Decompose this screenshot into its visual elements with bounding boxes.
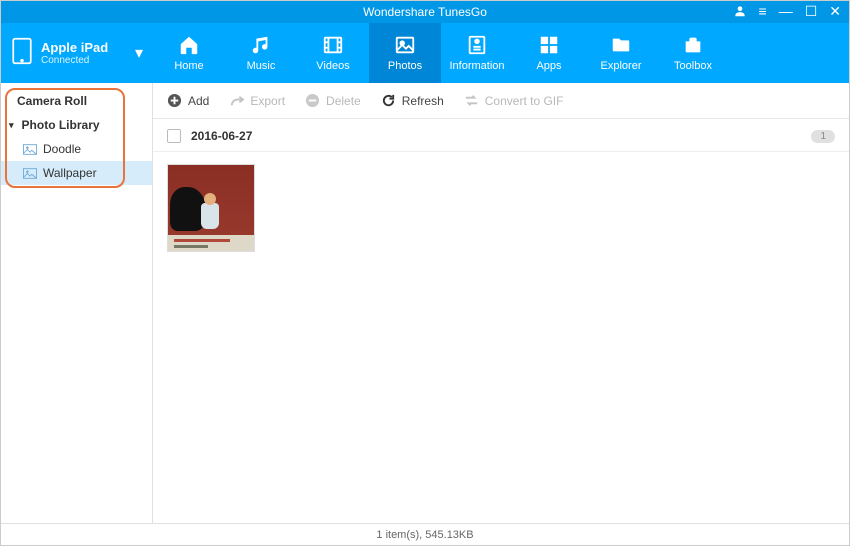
sidebar-item-label: Wallpaper xyxy=(43,166,97,180)
sidebar-camera-roll[interactable]: Camera Roll xyxy=(1,89,152,113)
photo-thumbnail[interactable] xyxy=(167,164,255,252)
minimize-icon[interactable]: — xyxy=(779,4,793,20)
add-button[interactable]: Add xyxy=(167,93,209,108)
thumbnail-grid xyxy=(153,152,849,523)
maximize-icon[interactable]: ☐ xyxy=(805,4,818,20)
status-text: 1 item(s), 545.13KB xyxy=(376,529,473,541)
nav-videos[interactable]: Videos xyxy=(297,23,369,83)
nav-label: Videos xyxy=(316,60,349,72)
main-panel: Add Export Delete Refresh Convert to GIF… xyxy=(153,83,849,523)
sidebar-photo-library[interactable]: ▾ Photo Library xyxy=(1,113,152,137)
nav-label: Explorer xyxy=(601,60,642,72)
nav-label: Apps xyxy=(536,60,561,72)
title-bar: Wondershare TunesGo ≡ — ☐ ✕ xyxy=(1,1,849,23)
chevron-down-icon: ▾ xyxy=(135,43,143,63)
menu-icon[interactable]: ≡ xyxy=(759,4,767,20)
delete-button[interactable]: Delete xyxy=(305,93,361,108)
group-count-badge: 1 xyxy=(811,130,835,143)
convert-icon xyxy=(464,93,479,108)
device-name: Apple iPad xyxy=(41,40,108,56)
nav-information[interactable]: Information xyxy=(441,23,513,83)
sidebar-item-wallpaper[interactable]: Wallpaper xyxy=(1,161,152,185)
refresh-icon xyxy=(381,93,396,108)
nav-label: Photos xyxy=(388,60,422,72)
refresh-button[interactable]: Refresh xyxy=(381,93,444,108)
nav-label: Music xyxy=(247,60,276,72)
status-bar: 1 item(s), 545.13KB xyxy=(1,523,849,545)
tablet-icon xyxy=(11,37,33,70)
nav-label: Toolbox xyxy=(674,60,712,72)
nav-label: Home xyxy=(174,60,203,72)
select-all-checkbox[interactable] xyxy=(167,129,181,143)
photo-group-header: 2016-06-27 1 xyxy=(153,119,849,152)
nav-explorer[interactable]: Explorer xyxy=(585,23,657,83)
main-nav: Home Music Videos Photos Information App… xyxy=(153,23,849,83)
nav-apps[interactable]: Apps xyxy=(513,23,585,83)
export-button[interactable]: Export xyxy=(229,93,285,108)
sidebar-item-label: Doodle xyxy=(43,142,81,156)
nav-toolbox[interactable]: Toolbox xyxy=(657,23,729,83)
plus-circle-icon xyxy=(167,93,182,108)
toolbar: Add Export Delete Refresh Convert to GIF xyxy=(153,83,849,119)
convert-gif-button[interactable]: Convert to GIF xyxy=(464,93,564,108)
device-selector[interactable]: Apple iPad Connected ▾ xyxy=(1,23,153,83)
delete-icon xyxy=(305,93,320,108)
nav-music[interactable]: Music xyxy=(225,23,297,83)
nav-home[interactable]: Home xyxy=(153,23,225,83)
window-controls: ≡ — ☐ ✕ xyxy=(733,4,841,20)
photo-album-icon xyxy=(23,168,37,179)
account-icon[interactable] xyxy=(733,4,747,20)
app-title: Wondershare TunesGo xyxy=(363,5,487,19)
close-icon[interactable]: ✕ xyxy=(829,4,841,20)
group-date: 2016-06-27 xyxy=(191,129,252,143)
photo-album-icon xyxy=(23,144,37,155)
top-bar: Apple iPad Connected ▾ Home Music Videos… xyxy=(1,23,849,83)
nav-photos[interactable]: Photos xyxy=(369,23,441,83)
sidebar: Camera Roll ▾ Photo Library Doodle Wallp… xyxy=(1,83,153,523)
sidebar-item-doodle[interactable]: Doodle xyxy=(1,137,152,161)
nav-label: Information xyxy=(449,60,504,72)
export-icon xyxy=(229,93,244,108)
caret-down-icon: ▾ xyxy=(9,120,14,131)
device-status: Connected xyxy=(41,55,108,66)
